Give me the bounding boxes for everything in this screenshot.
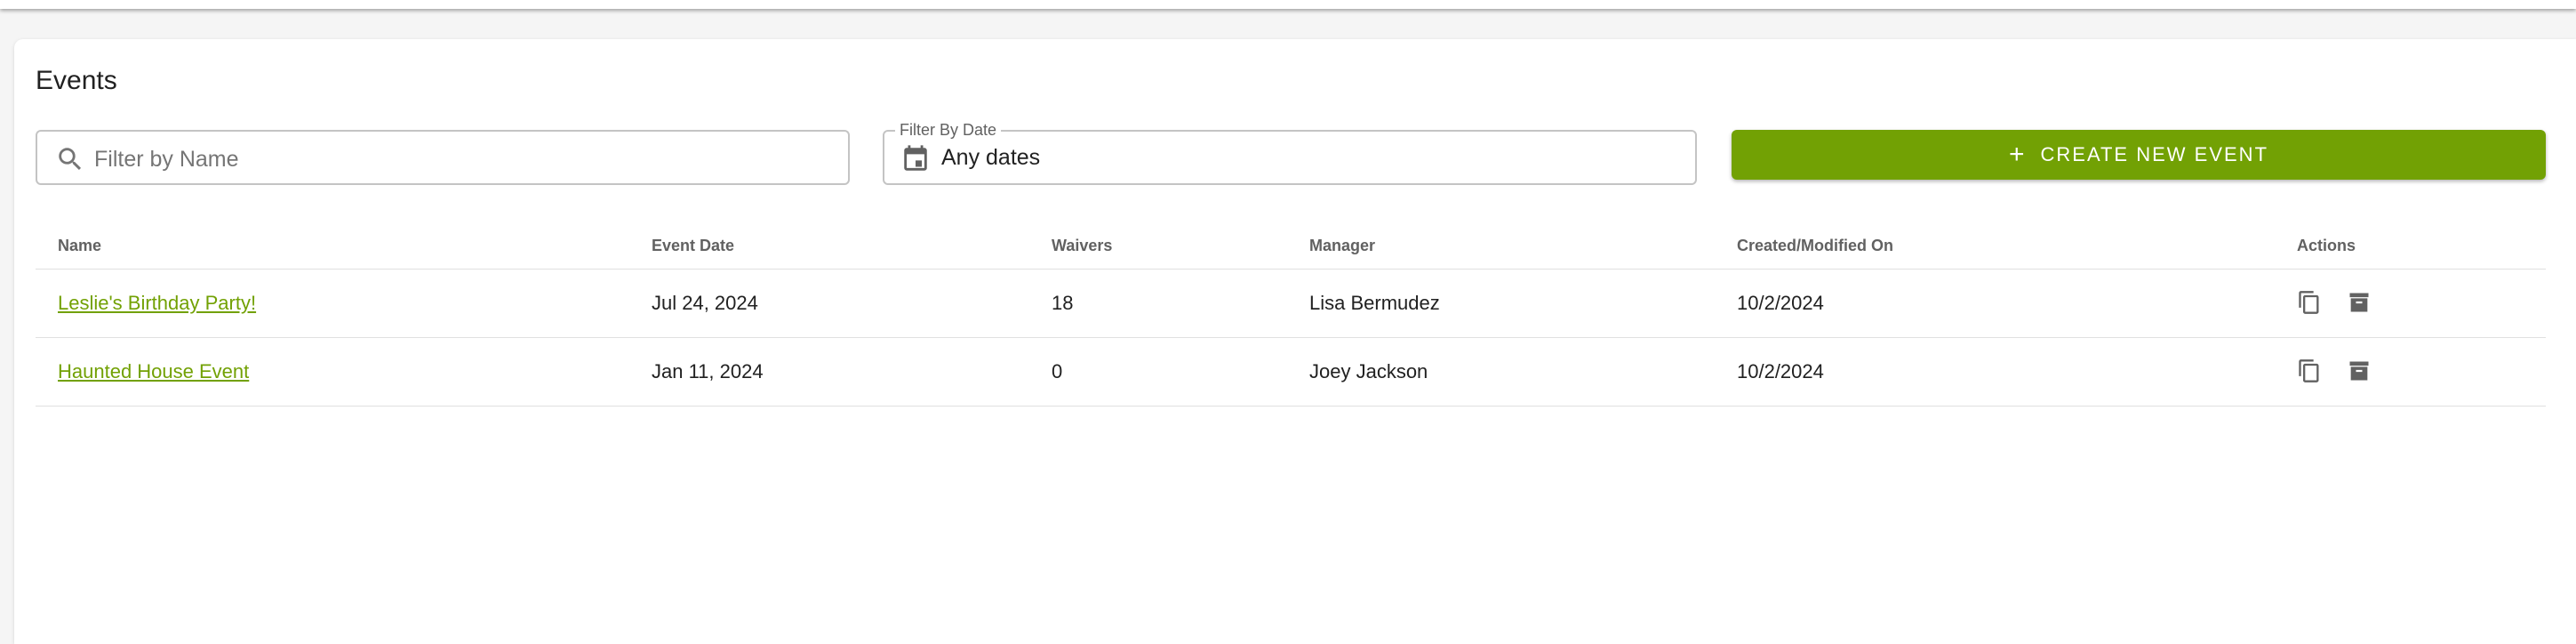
column-header-waivers: Waivers (1052, 237, 1113, 254)
copy-icon[interactable] (2297, 358, 2322, 383)
plus-icon: + (2008, 140, 2027, 169)
events-table: Name Event Date Waivers Manager Created/… (36, 222, 2546, 407)
column-header-name: Name (58, 237, 102, 254)
events-card: Events Filter By Date Any dates + CREATE… (14, 39, 2576, 644)
manager-cell: Joey Jackson (1309, 360, 1428, 382)
manager-cell: Lisa Bermudez (1309, 292, 1440, 314)
table-row: Leslie's Birthday Party! Jul 24, 2024 18… (36, 270, 2546, 338)
name-filter-input[interactable] (92, 139, 825, 180)
date-filter-value: Any dates (941, 145, 1041, 170)
column-header-manager: Manager (1309, 237, 1376, 254)
event-name-link[interactable]: Leslie's Birthday Party! (58, 292, 256, 314)
name-filter-field[interactable] (36, 130, 850, 185)
waivers-cell: 18 (1052, 292, 1074, 314)
event-name-cell: Leslie's Birthday Party! (58, 292, 256, 315)
copy-icon[interactable] (2297, 290, 2322, 315)
create-new-event-button[interactable]: + CREATE NEW EVENT (1732, 130, 2546, 180)
date-filter-field[interactable]: Filter By Date Any dates (883, 120, 1697, 185)
search-icon (59, 148, 82, 171)
event-name-cell: Haunted House Event (58, 360, 249, 383)
actions-cell (2297, 358, 2372, 383)
create-new-event-label: CREATE NEW EVENT (2040, 143, 2269, 165)
column-header-created: Created/Modified On (1737, 237, 1894, 254)
event-date-cell: Jul 24, 2024 (652, 292, 758, 314)
waivers-cell: 0 (1052, 360, 1063, 382)
actions-cell (2297, 290, 2372, 315)
created-cell: 10/2/2024 (1737, 292, 1824, 314)
created-cell: 10/2/2024 (1737, 360, 1824, 382)
archive-icon[interactable] (2347, 358, 2372, 383)
event-date-cell: Jan 11, 2024 (652, 360, 764, 382)
date-filter-label: Filter By Date (895, 120, 1002, 140)
table-row: Haunted House Event Jan 11, 2024 0 Joey … (36, 338, 2546, 407)
event-name-link[interactable]: Haunted House Event (58, 360, 249, 382)
column-header-actions: Actions (2297, 237, 2356, 254)
page-title: Events (36, 66, 117, 95)
archive-icon[interactable] (2347, 290, 2372, 315)
table-header: Name Event Date Waivers Manager Created/… (36, 222, 2546, 270)
column-header-event-date: Event Date (652, 237, 735, 254)
top-app-bar (0, 0, 2576, 9)
calendar-icon (904, 145, 927, 171)
